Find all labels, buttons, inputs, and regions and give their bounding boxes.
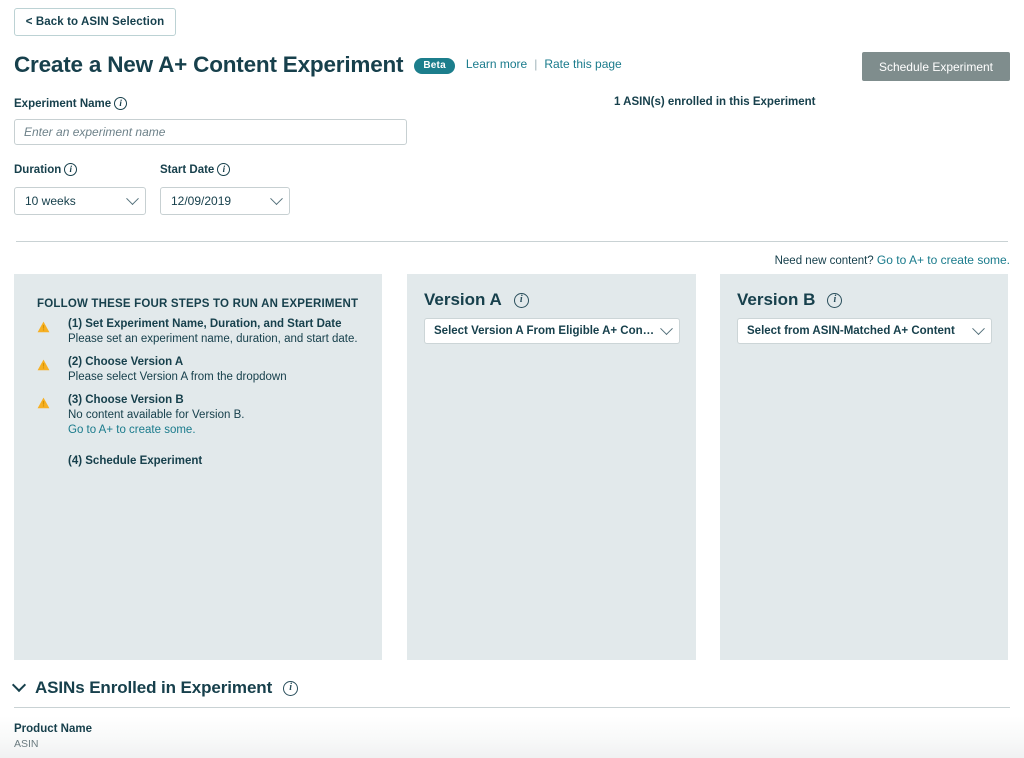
schedule-button-label: Schedule Experiment xyxy=(878,59,994,74)
start-date-selected-value: 12/09/2019 xyxy=(171,194,232,208)
asins-enrolled-title: ASINs Enrolled in Experiment xyxy=(35,678,273,697)
back-button-label: < Back to ASIN Selection xyxy=(25,16,165,28)
step-item-3: (3) Choose Version B No content availabl… xyxy=(37,394,244,438)
step-content: (1) Set Experiment Name, Duration, and S… xyxy=(68,318,358,347)
start-date-select[interactable]: 12/09/2019 xyxy=(160,187,290,215)
go-to-aplus-link[interactable]: Go to A+ to create some. xyxy=(877,253,1010,267)
step-heading: (3) Choose Version B xyxy=(68,394,184,406)
step-item-4: (4) Schedule Experiment xyxy=(37,455,202,469)
column-header-product-name: Product Name xyxy=(14,723,92,735)
steps-panel: FOLLOW THESE FOUR STEPS TO RUN AN EXPERI… xyxy=(14,274,382,660)
version-b-heading-text: Version B xyxy=(737,290,816,309)
step-content: (2) Choose Version A Please select Versi… xyxy=(68,356,287,385)
info-icon[interactable]: i xyxy=(64,163,78,176)
step-description: Please select Version A from the dropdow… xyxy=(68,371,287,383)
start-date-label-text: Start Date xyxy=(160,163,215,176)
info-icon[interactable]: i xyxy=(217,163,231,176)
version-b-panel: Version B i Select from ASIN-Matched A+ … xyxy=(720,274,1008,660)
step-content: (4) Schedule Experiment xyxy=(68,455,202,469)
version-a-select[interactable]: Select Version A From Eligible A+ Conten… xyxy=(424,318,680,344)
version-a-heading: Version A i xyxy=(424,290,529,310)
step-item-1: (1) Set Experiment Name, Duration, and S… xyxy=(37,318,358,347)
page-title: Create a New A+ Content Experiment xyxy=(14,52,404,77)
asins-enrolled-header[interactable]: ASINs Enrolled in Experiment i xyxy=(11,677,299,698)
experiment-name-label-text: Experiment Name xyxy=(14,97,112,110)
asins-table-header: Product Name ASIN xyxy=(0,716,1024,758)
chevron-down-icon xyxy=(270,191,283,205)
experiment-name-input[interactable] xyxy=(14,119,407,145)
go-to-aplus-link[interactable]: Go to A+ to create some. xyxy=(68,424,196,436)
step-heading: (2) Choose Version A xyxy=(68,356,184,368)
schedule-experiment-button[interactable]: Schedule Experiment xyxy=(862,52,1010,81)
duration-select[interactable]: 10 weeks xyxy=(14,187,146,215)
step-heading: (1) Set Experiment Name, Duration, and S… xyxy=(68,318,342,330)
info-icon[interactable]: i xyxy=(114,97,128,110)
step-heading: (4) Schedule Experiment xyxy=(68,455,203,467)
duration-selected-value: 10 weeks xyxy=(25,194,76,208)
page-header: Create a New A+ Content Experiment Beta … xyxy=(14,52,622,78)
page-root: < Back to ASIN Selection Create a New A+… xyxy=(0,0,1024,758)
warning-icon xyxy=(37,320,53,347)
step-description: No content available for Version B. xyxy=(68,409,245,421)
column-header-asin: ASIN xyxy=(14,738,39,750)
experiment-name-label: Experiment Name i xyxy=(14,97,128,110)
version-b-selected-value: Select from ASIN-Matched A+ Content xyxy=(747,325,955,337)
need-new-content-text: Need new content? xyxy=(774,255,874,267)
enrolled-asin-count: 1 ASIN(s) enrolled in this Experiment xyxy=(614,96,816,108)
version-b-select[interactable]: Select from ASIN-Matched A+ Content xyxy=(737,318,992,344)
link-separator: | xyxy=(534,57,538,71)
chevron-down-icon xyxy=(972,321,985,335)
step-content: (3) Choose Version B No content availabl… xyxy=(68,394,244,438)
version-a-panel: Version A i Select Version A From Eligib… xyxy=(407,274,696,660)
version-a-selected-value: Select Version A From Eligible A+ Conten… xyxy=(434,325,656,337)
beta-badge: Beta xyxy=(414,58,455,74)
start-date-label: Start Date i xyxy=(160,163,231,176)
section-divider xyxy=(16,241,1008,242)
duration-label: Duration i xyxy=(14,163,78,176)
step-link-wrapper: Go to A+ to create some. xyxy=(68,423,244,438)
version-b-heading: Version B i xyxy=(737,290,843,310)
info-icon[interactable]: i xyxy=(827,292,843,308)
step-item-2: (2) Choose Version A Please select Versi… xyxy=(37,356,287,385)
chevron-down-icon[interactable] xyxy=(11,677,27,693)
warning-icon xyxy=(37,396,53,438)
need-new-content-note: Need new content? Go to A+ to create som… xyxy=(775,253,1010,267)
info-icon[interactable]: i xyxy=(283,680,299,696)
warning-icon xyxy=(37,358,53,385)
chevron-down-icon xyxy=(660,321,673,335)
version-a-heading-text: Version A xyxy=(424,290,502,309)
asins-section-divider xyxy=(14,707,1010,708)
steps-panel-title: FOLLOW THESE FOUR STEPS TO RUN AN EXPERI… xyxy=(37,298,359,310)
rate-this-page-link[interactable]: Rate this page xyxy=(544,57,621,71)
back-to-asin-selection-button[interactable]: < Back to ASIN Selection xyxy=(14,8,176,36)
learn-more-link[interactable]: Learn more xyxy=(466,57,527,71)
duration-label-text: Duration xyxy=(14,163,62,176)
info-icon[interactable]: i xyxy=(513,292,529,308)
chevron-down-icon xyxy=(126,191,139,205)
step-description: Please set an experiment name, duration,… xyxy=(68,333,358,345)
